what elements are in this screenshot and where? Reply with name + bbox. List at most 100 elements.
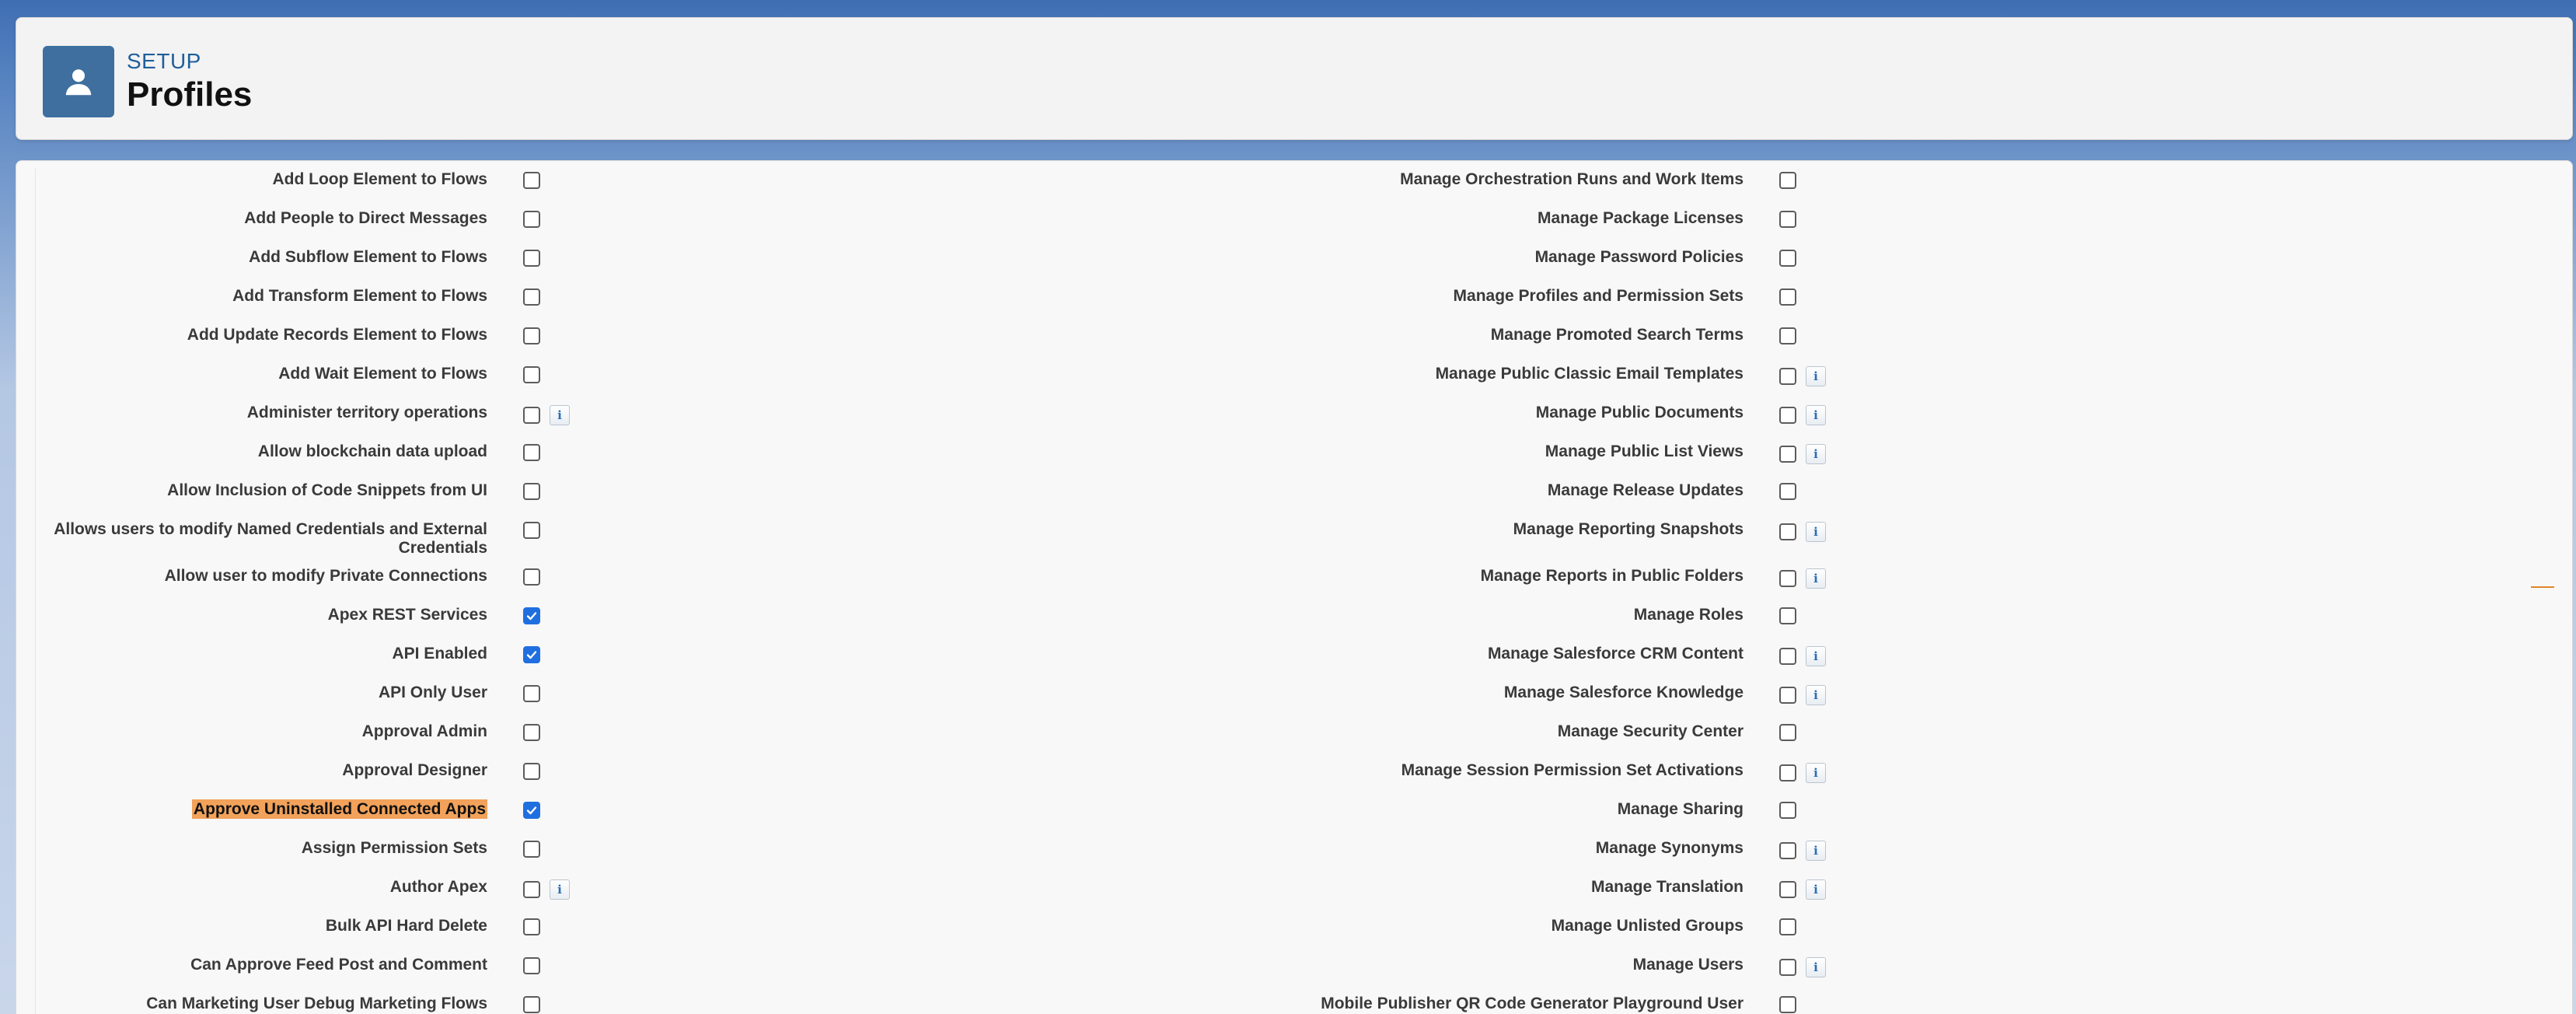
info-icon[interactable]: i [1806,841,1826,861]
permission-label: Manage Reports in Public Folders [1279,565,1744,586]
permission-controls [523,954,540,974]
permission-checkbox[interactable] [523,568,540,586]
permission-controls: i [1779,876,1826,900]
permission-row-manage-public-list-views: Manage Public List Views i [1279,441,2554,480]
permission-checkbox[interactable] [1779,288,1796,306]
permission-controls: i [1779,760,1826,783]
permission-label-text: Manage Sharing [1617,800,1744,818]
permission-row-bulk-api-hard-delete: Bulk API Hard Delete [36,915,1248,954]
permission-label: Manage Unlisted Groups [1279,915,1744,935]
info-icon[interactable]: i [1806,522,1826,542]
permission-checkbox[interactable] [1779,211,1796,228]
permission-row-manage-promoted-search-terms: Manage Promoted Search Terms [1279,324,2554,363]
permission-checkbox[interactable] [523,881,540,898]
permission-checkbox[interactable] [1779,368,1796,385]
permission-label-text: Allow blockchain data upload [257,442,487,460]
permission-checkbox[interactable] [523,957,540,974]
permission-checkbox[interactable] [523,724,540,741]
permission-row-manage-reports-in-public-folders: Manage Reports in Public Folders i [1279,565,2554,604]
permission-checkbox[interactable] [523,522,540,539]
info-icon[interactable]: i [1806,568,1826,589]
permission-row-mobile-publisher-qr-code-generator-playground-user: Mobile Publisher QR Code Generator Playg… [1279,993,2554,1014]
info-icon[interactable]: i [1806,957,1826,977]
permission-row-manage-users: Manage Users i [1279,954,2554,993]
permission-checkbox[interactable] [1779,483,1796,500]
permission-label-text: Manage Session Permission Set Activation… [1401,761,1744,779]
info-icon[interactable]: i [550,405,570,425]
permission-label: Manage Synonyms [1279,837,1744,858]
permission-label-text: Add Transform Element to Flows [232,287,487,305]
permission-checkbox[interactable] [523,483,540,500]
permission-checkbox[interactable] [523,211,540,228]
permission-row-can-marketing-user-debug-marketing-flows: Can Marketing User Debug Marketing Flows [36,993,1248,1014]
permission-checkbox[interactable] [523,646,540,663]
permission-checkbox[interactable] [523,407,540,424]
permission-checkbox[interactable] [523,607,540,624]
permission-label-text: Assign Permission Sets [301,839,487,857]
permission-label-text: API Only User [378,684,487,701]
permission-row-approval-designer: Approval Designer [36,760,1248,799]
info-icon[interactable]: i [1806,879,1826,900]
permission-label-text: Manage Package Licenses [1538,209,1744,227]
permission-checkbox[interactable] [1779,918,1796,935]
permission-checkbox[interactable] [523,172,540,189]
permissions-sheet: Add Loop Element to Flows Add People to D… [35,169,2570,1014]
permission-label: Approve Uninstalled Connected Apps [36,799,487,819]
permission-checkbox[interactable] [1779,523,1796,540]
info-icon[interactable]: i [1806,366,1826,386]
permission-checkbox[interactable] [1779,607,1796,624]
permission-label-text: Manage Release Updates [1547,481,1744,499]
info-icon[interactable]: i [1806,646,1826,666]
permission-row-allow-blockchain-data-upload: Allow blockchain data upload [36,441,1248,480]
permission-controls [523,721,540,741]
permission-label: Manage Promoted Search Terms [1279,324,1744,344]
permission-controls [523,565,540,586]
permission-checkbox[interactable] [523,996,540,1013]
permission-row-api-only-user: API Only User [36,682,1248,721]
permission-label: Manage Reporting Snapshots [1279,519,1744,539]
info-icon[interactable]: i [550,879,570,900]
permission-controls [1779,480,1796,500]
permission-label-text: Mobile Publisher QR Code Generator Playg… [1321,995,1744,1012]
permission-row-manage-profiles-and-permission-sets: Manage Profiles and Permission Sets [1279,285,2554,324]
permission-controls [1779,799,1796,819]
info-icon[interactable]: i [1806,405,1826,425]
permission-checkbox[interactable] [1779,996,1796,1013]
info-icon[interactable]: i [1806,763,1826,783]
permission-checkbox[interactable] [523,366,540,383]
permission-checkbox[interactable] [523,327,540,344]
permission-checkbox[interactable] [1779,687,1796,704]
permission-checkbox[interactable] [1779,842,1796,859]
permission-label-text: Can Approve Feed Post and Comment [190,956,487,974]
permission-checkbox[interactable] [523,763,540,780]
permission-label: Manage Public List Views [1279,441,1744,461]
permission-row-allow-inclusion-of-code-snippets-from-ui: Allow Inclusion of Code Snippets from UI [36,480,1248,519]
permission-controls: i [1779,363,1826,386]
permission-checkbox[interactable] [523,802,540,819]
permission-checkbox[interactable] [1779,172,1796,189]
permission-checkbox[interactable] [1779,881,1796,898]
permission-checkbox[interactable] [1779,250,1796,267]
permission-checkbox[interactable] [523,918,540,935]
permission-checkbox[interactable] [523,841,540,858]
permission-checkbox[interactable] [1779,959,1796,976]
permission-checkbox[interactable] [523,444,540,461]
permission-controls [1779,247,1796,267]
permission-checkbox[interactable] [523,685,540,702]
permission-checkbox[interactable] [1779,407,1796,424]
permission-checkbox[interactable] [1779,648,1796,665]
permission-checkbox[interactable] [1779,802,1796,819]
breadcrumb-setup[interactable]: SETUP [127,49,201,74]
permission-controls: i [1779,402,1826,425]
info-icon[interactable]: i [1806,444,1826,464]
permission-checkbox[interactable] [523,288,540,306]
permission-checkbox[interactable] [1779,724,1796,741]
permission-checkbox[interactable] [1779,764,1796,781]
permission-label-text: Add Update Records Element to Flows [187,326,487,344]
permission-checkbox[interactable] [1779,327,1796,344]
permission-label-text: Manage Promoted Search Terms [1490,326,1744,344]
permission-checkbox[interactable] [1779,446,1796,463]
info-icon[interactable]: i [1806,685,1826,705]
permission-checkbox[interactable] [523,250,540,267]
permission-checkbox[interactable] [1779,570,1796,587]
